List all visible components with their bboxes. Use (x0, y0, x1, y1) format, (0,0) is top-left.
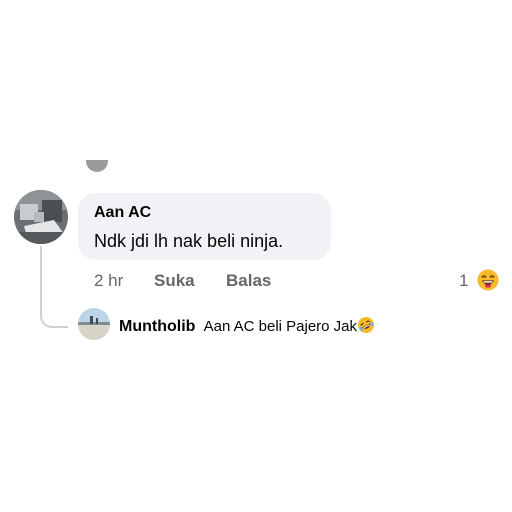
reply-avatar[interactable] (78, 308, 110, 340)
comment-bubble: Aan AC Ndk jdi lh nak beli ninja. (78, 193, 331, 260)
reply-button[interactable]: Balas (226, 271, 271, 291)
reply-avatar-photo (78, 308, 110, 340)
like-button[interactable]: Suka (154, 271, 195, 291)
reply-content: Muntholib Aan AC beli Pajero Jak (119, 316, 375, 336)
comment-timestamp[interactable]: 2 hr (94, 271, 123, 291)
previous-comment-avatar[interactable] (86, 160, 108, 176)
avatar[interactable] (14, 190, 68, 244)
reply-text: Aan AC beli Pajero Jak (203, 318, 358, 335)
avatar-photo (14, 190, 68, 244)
rolling-laughing-emoji-icon (357, 316, 375, 334)
laughing-emoji-icon[interactable] (476, 268, 500, 292)
comment-author[interactable]: Aan AC (94, 204, 151, 222)
reaction-count[interactable]: 1 (459, 271, 468, 291)
reply-author[interactable]: Muntholib (119, 318, 195, 335)
comment-text: Ndk jdi lh nak beli ninja. (94, 231, 284, 251)
thread-connector (40, 246, 68, 328)
